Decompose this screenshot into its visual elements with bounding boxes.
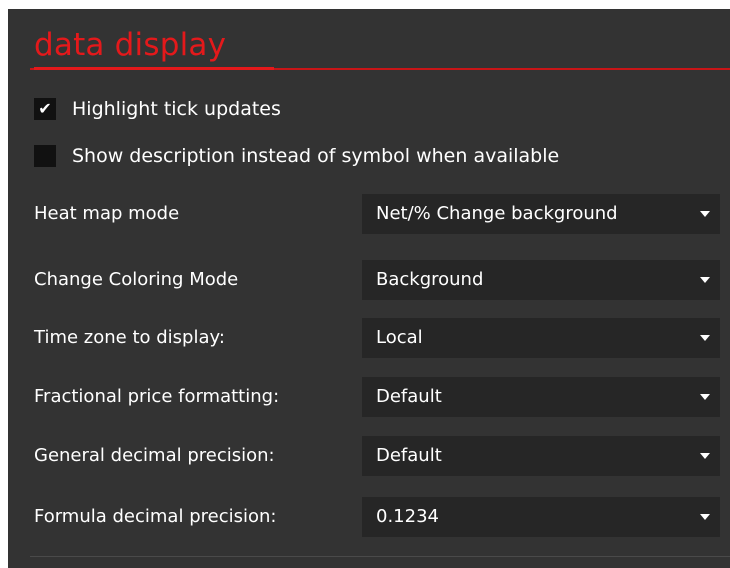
checkbox-label: Highlight tick updates — [72, 98, 281, 120]
heat-map-mode-select[interactable]: Net/% Change background — [362, 194, 720, 234]
change-coloring-mode-select[interactable]: Background — [362, 260, 720, 300]
formula-decimal-precision-select[interactable]: 0.1234 — [362, 497, 720, 537]
chevron-down-icon — [700, 335, 710, 341]
select-value: 0.1234 — [376, 506, 439, 527]
top-border — [0, 0, 730, 9]
select-value: Background — [376, 269, 484, 290]
show-description-checkbox[interactable] — [34, 145, 56, 167]
left-border — [0, 0, 8, 568]
highlight-tick-updates-option[interactable]: ✔ Highlight tick updates — [34, 94, 281, 124]
checkbox-label: Show description instead of symbol when … — [72, 145, 560, 167]
time-zone-label: Time zone to display: — [34, 327, 225, 348]
time-zone-select[interactable]: Local — [362, 318, 720, 358]
chevron-down-icon — [700, 514, 710, 520]
fractional-price-formatting-select[interactable]: Default — [362, 377, 720, 417]
section-title-underline — [34, 67, 274, 70]
select-value: Net/% Change background — [376, 203, 618, 224]
select-value: Default — [376, 386, 442, 407]
formula-decimal-precision-label: Formula decimal precision: — [34, 506, 277, 527]
show-description-option[interactable]: Show description instead of symbol when … — [34, 141, 559, 171]
heat-map-mode-label: Heat map mode — [34, 203, 180, 224]
settings-panel: data display ✔ Highlight tick updates Sh… — [0, 0, 730, 568]
change-coloring-mode-label: Change Coloring Mode — [34, 269, 239, 290]
select-value: Local — [376, 327, 423, 348]
check-icon: ✔ — [38, 99, 52, 118]
chevron-down-icon — [700, 394, 710, 400]
highlight-tick-updates-checkbox[interactable]: ✔ — [34, 98, 56, 120]
chevron-down-icon — [700, 211, 710, 217]
general-decimal-precision-select[interactable]: Default — [362, 436, 720, 476]
chevron-down-icon — [700, 453, 710, 459]
select-value: Default — [376, 445, 442, 466]
chevron-down-icon — [700, 277, 710, 283]
bottom-divider — [30, 556, 730, 557]
general-decimal-precision-label: General decimal precision: — [34, 445, 275, 466]
section-title: data display — [34, 27, 227, 63]
fractional-price-formatting-label: Fractional price formatting: — [34, 386, 280, 407]
